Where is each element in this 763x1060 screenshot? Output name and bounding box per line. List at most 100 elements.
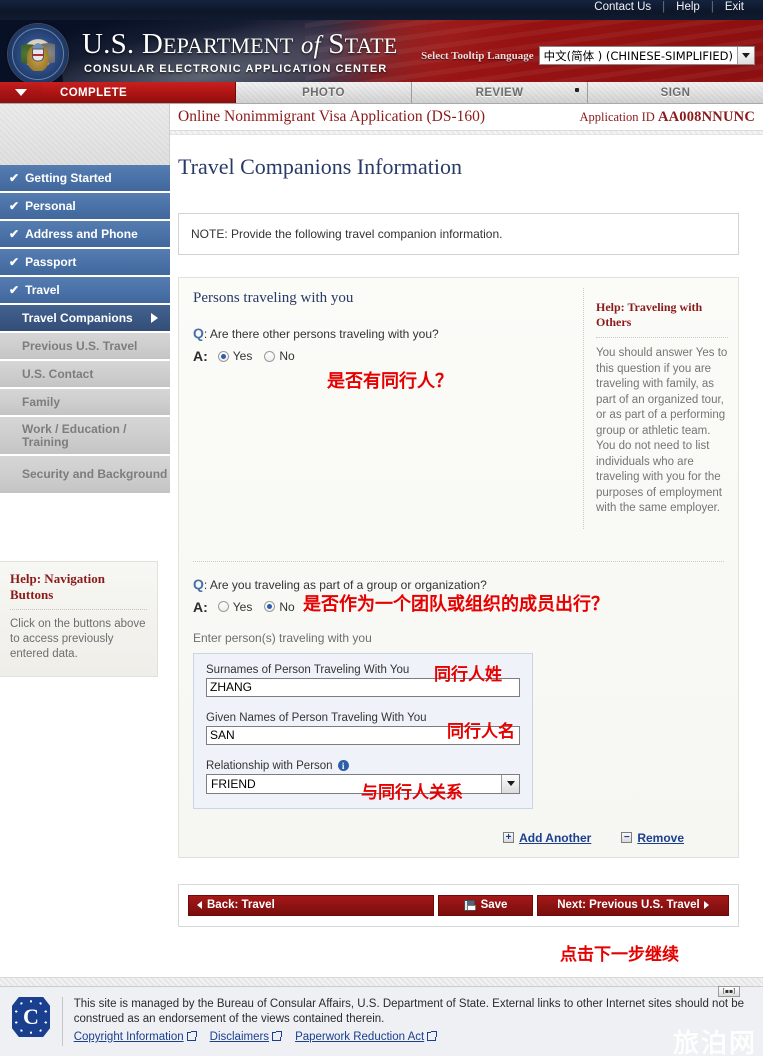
sidebar-nav: ✔ Getting Started ✔ Personal ✔ Address a… [0,165,170,494]
question-marker: Q [193,325,204,341]
question-colon: : [203,577,208,592]
next-button[interactable]: Next: Previous U.S. Travel [537,894,729,916]
radio-icon[interactable] [217,601,229,612]
brand-department-rest: EPARTMENT [162,33,294,58]
sidebar-item-personal[interactable]: ✔ Personal [0,193,170,220]
site-banner: U.S. DEPARTMENT of STATE CONSULAR ELECTR… [0,20,763,82]
save-button[interactable]: Save [438,894,533,916]
disclaimers-item[interactable]: Disclaimers [210,1029,283,1043]
application-id-value: AA008NNUNC [657,108,755,125]
paperwork-reduction-act-link[interactable]: Paperwork Reduction Act [295,1031,424,1043]
sidebar-item-travel-companions[interactable]: Travel Companions [0,305,170,332]
tab-review-label: REVIEW [475,86,524,99]
exit-link[interactable]: Exit [714,1,755,13]
radio-icon[interactable] [264,350,276,362]
sidebar-item-label: Passport [25,255,77,269]
annotation-click-next: 点击下一步继续 [560,945,679,965]
language-select-value: 中文(简体 ) (CHINESE-SIMPLIFIED) [543,49,733,63]
cursor-dot-icon [575,88,579,92]
external-link-icon [186,1031,197,1041]
check-icon: ✔ [9,199,20,213]
sidebar: ✔ Getting Started ✔ Personal ✔ Address a… [0,104,170,977]
save-disk-icon [463,899,476,911]
annotation-has-companions: 是否有同行人？ [327,371,453,392]
brand-state: S [328,28,345,60]
info-icon[interactable]: i [337,760,349,771]
panel-left: Persons traveling with you Q: Are there … [179,278,583,539]
note-box: NOTE: Provide the following travel compa… [178,213,739,255]
sidebar-item-work-education-training[interactable]: Work / Education / Training [0,417,170,455]
tab-arrow-indicator [0,82,42,103]
brand-title: U.S. DEPARTMENT of STATE [82,30,397,59]
sidebar-item-label: Travel [25,283,60,297]
question-marker: Q [193,575,204,592]
annotation-companion-relationship: 与同行人关系 [361,783,463,803]
application-title: Online Nonimmigrant Visa Application (DS… [178,108,486,125]
consular-affairs-seal-icon: C [12,997,50,1037]
panel-inner: Persons traveling with you Q: Are there … [179,278,738,539]
tab-photo-label: PHOTO [302,86,345,99]
sidebar-item-travel[interactable]: ✔ Travel [0,277,170,304]
tooltip-language-label: Select Tooltip Language [421,49,534,62]
help-panel-body: You should answer Yes to this question i… [596,347,728,514]
sidebar-help-body: Click on the buttons above to access pre… [10,618,146,660]
sidebar-item-address-and-phone[interactable]: ✔ Address and Phone [0,221,170,248]
sidebar-item-label: Address and Phone [25,227,138,241]
q2-radio-no[interactable]: No [264,600,295,614]
contact-us-link[interactable]: Contact Us [583,1,662,13]
tab-sign[interactable]: SIGN [588,82,763,103]
tab-complete[interactable]: COMPLETE [42,82,236,103]
minus-icon: − [621,832,633,843]
add-another-link[interactable]: Add Another [519,831,591,845]
remove-link[interactable]: Remove [637,831,684,845]
seal-dots [15,1000,47,1034]
sidebar-item-previous-us-travel[interactable]: Previous U.S. Travel [0,333,170,360]
q2-radio-yes[interactable]: Yes [217,599,253,614]
chevron-down-icon[interactable] [737,47,754,64]
q1-yes-label: Yes [232,349,253,363]
remove-action[interactable]: − Remove [621,831,684,845]
language-select[interactable]: 中文(简体 ) (CHINESE-SIMPLIFIED) [538,46,755,65]
application-id-label: Application ID [579,109,655,124]
sidebar-item-label: Previous U.S. Travel [22,339,138,353]
help-link[interactable]: Help [665,1,711,13]
sidebar-item-family[interactable]: Family [0,389,170,416]
sidebar-item-getting-started[interactable]: ✔ Getting Started [0,165,170,192]
footer-links: Copyright Information Disclaimers Paperw… [74,1029,751,1043]
tab-review[interactable]: REVIEW [412,82,588,103]
site-footer: C This site is managed by the Bureau of … [0,986,763,1059]
q1-radio-no[interactable]: No [264,349,295,363]
brand-subtitle: CONSULAR ELECTRONIC APPLICATION CENTER [84,63,388,75]
chevron-down-icon[interactable] [501,774,519,793]
back-button[interactable]: Back: Travel [188,894,434,916]
sidebar-item-passport[interactable]: ✔ Passport [0,249,170,276]
copyright-information-item[interactable]: Copyright Information [74,1029,197,1043]
q2-yes-label: Yes [232,599,253,614]
add-another-action[interactable]: + Add Another [503,831,591,845]
sidebar-item-label: Work / Education / Training [22,421,127,449]
next-button-label: Next: Previous U.S. Travel [557,899,700,911]
application-id: Application ID AA008NNUNC [579,109,757,126]
radio-icon-selected[interactable] [264,601,276,612]
copyright-information-link[interactable]: Copyright Information [74,1031,184,1043]
tooltip-language-selector[interactable]: Select Tooltip Language 中文(简体 ) (CHINESE… [421,46,755,65]
radio-icon-selected[interactable] [217,350,229,362]
question-colon: : [203,327,208,341]
back-button-label: Back: Travel [207,899,275,911]
watermark-badge: [▪▪] [718,986,740,997]
page-body: ✔ Getting Started ✔ Personal ✔ Address a… [0,104,763,977]
paperwork-reduction-act-item[interactable]: Paperwork Reduction Act [295,1029,438,1043]
check-icon: ✔ [9,255,20,269]
tab-photo[interactable]: PHOTO [236,82,412,103]
sidebar-item-label: U.S. Contact [22,367,94,381]
brand-lockup: U.S. DEPARTMENT of STATE CONSULAR ELECTR… [82,30,397,76]
sidebar-item-security-and-background[interactable]: Security and Background [0,456,170,494]
application-header: Online Nonimmigrant Visa Application (DS… [170,104,763,130]
sidebar-item-label: Getting Started [25,171,112,185]
q1-radio-yes[interactable]: Yes [217,349,253,363]
sidebar-item-label: Travel Companions [22,311,133,325]
disclaimers-link[interactable]: Disclaimers [210,1031,269,1043]
sidebar-item-us-contact[interactable]: U.S. Contact [0,361,170,388]
sidebar-help-title: Help: Navigation Buttons [10,571,147,610]
chevron-right-icon [703,901,709,909]
